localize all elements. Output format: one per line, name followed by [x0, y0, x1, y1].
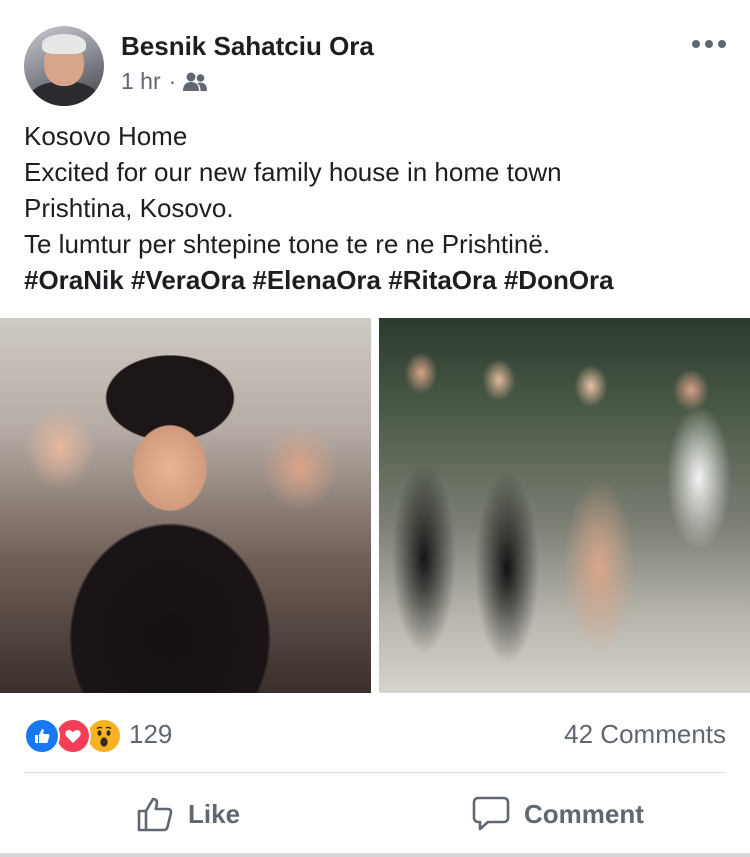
reactions-summary: 129 42 Comments — [24, 714, 726, 754]
post-message: Kosovo Home Excited for our new family h… — [24, 118, 724, 298]
comments-count[interactable]: 42 Comments — [564, 719, 726, 750]
post-bottom-border — [0, 853, 750, 857]
like-icon — [137, 797, 173, 832]
photo-grid — [0, 318, 750, 693]
photo-selfie[interactable] — [0, 318, 371, 693]
wow-reaction-icon — [86, 718, 122, 754]
author-name[interactable]: Besnik Sahatciu Ora — [121, 31, 374, 62]
post-actions: Like Comment — [0, 774, 750, 854]
post-time[interactable]: 1 hr — [121, 68, 161, 95]
comment-label: Comment — [524, 798, 644, 829]
comment-icon — [472, 796, 510, 831]
more-options-icon[interactable] — [692, 40, 726, 48]
more-dot — [705, 40, 713, 48]
love-reaction-icon — [55, 718, 91, 754]
like-reaction-icon — [24, 718, 60, 754]
post-text-line: Excited for our new family house in home… — [24, 157, 562, 187]
actions-divider — [24, 772, 726, 773]
more-dot — [718, 40, 726, 48]
post-text-line: Te lumtur per shtepine tone te re ne Pri… — [24, 229, 551, 259]
meta-separator: · — [168, 68, 177, 94]
comment-button[interactable]: Comment — [472, 792, 644, 836]
more-dot — [692, 40, 700, 48]
post-hashtags[interactable]: #OraNik #VeraOra #ElenaOra #RitaOra #Don… — [24, 262, 724, 298]
reaction-count[interactable]: 129 — [129, 719, 172, 750]
post-header: Besnik Sahatciu Ora 1 hr · — [0, 0, 750, 110]
post-text-line: Kosovo Home — [24, 121, 188, 151]
post-text-line: Prishtina, Kosovo. — [24, 193, 234, 223]
like-button[interactable]: Like — [136, 792, 240, 836]
friends-icon[interactable] — [182, 72, 208, 92]
post-meta: 1 hr · — [121, 68, 208, 95]
like-label: Like — [188, 798, 241, 829]
avatar-hair — [42, 34, 86, 54]
author-avatar[interactable] — [24, 26, 104, 106]
reaction-icons[interactable] — [24, 718, 124, 754]
photo-family[interactable] — [379, 318, 750, 693]
